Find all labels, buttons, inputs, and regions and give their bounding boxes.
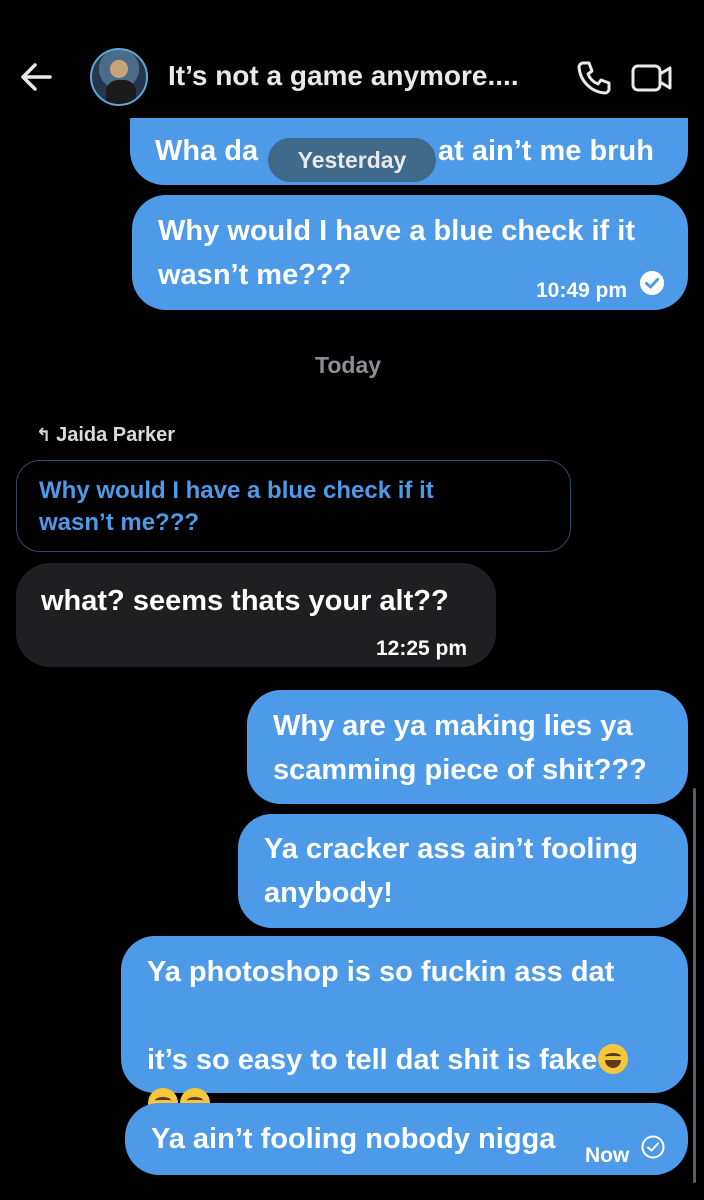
timestamp: 10:49 pm (536, 279, 628, 302)
reply-context: ↰ Jaida Parker (36, 424, 176, 446)
back-arrow-icon[interactable] (18, 58, 56, 96)
quoted-message[interactable]: Why would I have a blue check if it wasn… (16, 460, 571, 552)
message-bubble-sent[interactable]: Ya photoshop is so fuckin ass dat it’s s… (121, 936, 688, 1118)
sent-check-icon (641, 1135, 665, 1159)
date-pill: Yesterday (268, 138, 436, 182)
rofl-emoji-icon (598, 1044, 629, 1074)
scrollbar[interactable] (693, 788, 696, 1183)
timestamp: Now (585, 1144, 630, 1167)
phone-icon[interactable] (574, 58, 614, 98)
read-check-icon (640, 271, 664, 295)
message-bubble-sent[interactable]: Ya cracker ass ain’t fooling anybody! (238, 814, 688, 928)
message-bubble-sent[interactable]: Ya ain’t fooling nobody nigga Now (125, 1103, 688, 1175)
video-camera-icon[interactable] (630, 60, 674, 96)
timestamp: 12:25 pm (376, 637, 468, 660)
avatar[interactable] (90, 48, 148, 106)
message-bubble-sent[interactable]: Why are ya making lies ya scamming piece… (247, 690, 688, 804)
reply-arrow-icon: ↰ (36, 425, 57, 445)
date-separator: Today (315, 352, 382, 378)
conversation-title[interactable]: It’s not a game anymore.... (168, 60, 519, 92)
message-bubble-sent[interactable]: Why would I have a blue check if it wasn… (132, 195, 688, 310)
message-bubble-received[interactable]: what? seems thats your alt?? 12:25 pm (16, 563, 496, 667)
chat-header: It’s not a game anymore.... (0, 0, 704, 118)
